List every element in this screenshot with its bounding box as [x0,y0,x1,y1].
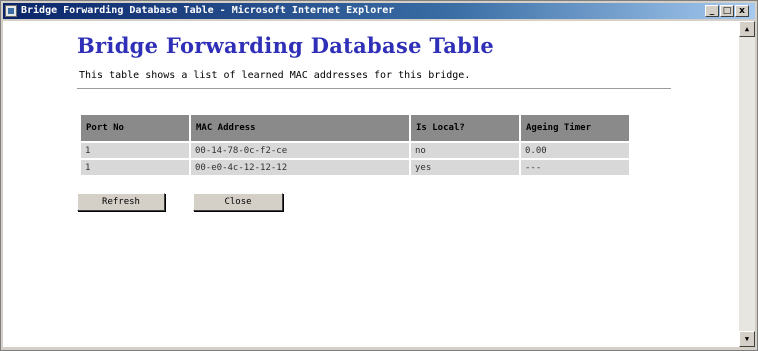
cell-port-no: 1 [81,160,189,175]
table-row: 1 00-14-78-0c-f2-ce no 0.00 [81,143,629,158]
scroll-down-arrow-icon[interactable]: ▼ [739,331,755,347]
table-header-row: Port No MAC Address Is Local? Ageing Tim… [81,115,629,141]
page-description: This table shows a list of learned MAC a… [79,70,471,81]
maximize-button[interactable]: □ [720,5,734,17]
vertical-scrollbar[interactable]: ▲ ▼ [739,21,755,347]
refresh-button[interactable]: Refresh [77,193,165,211]
browser-window: Bridge Forwarding Database Table - Micro… [0,0,758,351]
page-content: Bridge Forwarding Database Table This ta… [3,21,739,347]
cell-ageing-timer: --- [521,160,629,175]
header-ageing-timer: Ageing Timer [521,115,629,141]
page-title: Bridge Forwarding Database Table [77,33,495,58]
minimize-button[interactable]: _ [705,5,719,17]
internet-explorer-icon [5,5,17,17]
cell-mac-address: 00-e0-4c-12-12-12 [191,160,409,175]
header-port-no: Port No [81,115,189,141]
cell-is-local: yes [411,160,519,175]
header-mac-address: MAC Address [191,115,409,141]
cell-is-local: no [411,143,519,158]
close-button[interactable]: Close [193,193,283,211]
cell-mac-address: 00-14-78-0c-f2-ce [191,143,409,158]
close-window-button[interactable]: x [735,5,749,17]
cell-port-no: 1 [81,143,189,158]
table-row: 1 00-e0-4c-12-12-12 yes --- [81,160,629,175]
forwarding-database-table: Port No MAC Address Is Local? Ageing Tim… [79,113,631,177]
divider [77,88,671,90]
title-bar[interactable]: Bridge Forwarding Database Table - Micro… [3,3,755,19]
cell-ageing-timer: 0.00 [521,143,629,158]
window-title: Bridge Forwarding Database Table - Micro… [21,5,395,16]
caption-buttons: _ □ x [705,5,749,17]
header-is-local: Is Local? [411,115,519,141]
scroll-up-arrow-icon[interactable]: ▲ [739,21,755,37]
